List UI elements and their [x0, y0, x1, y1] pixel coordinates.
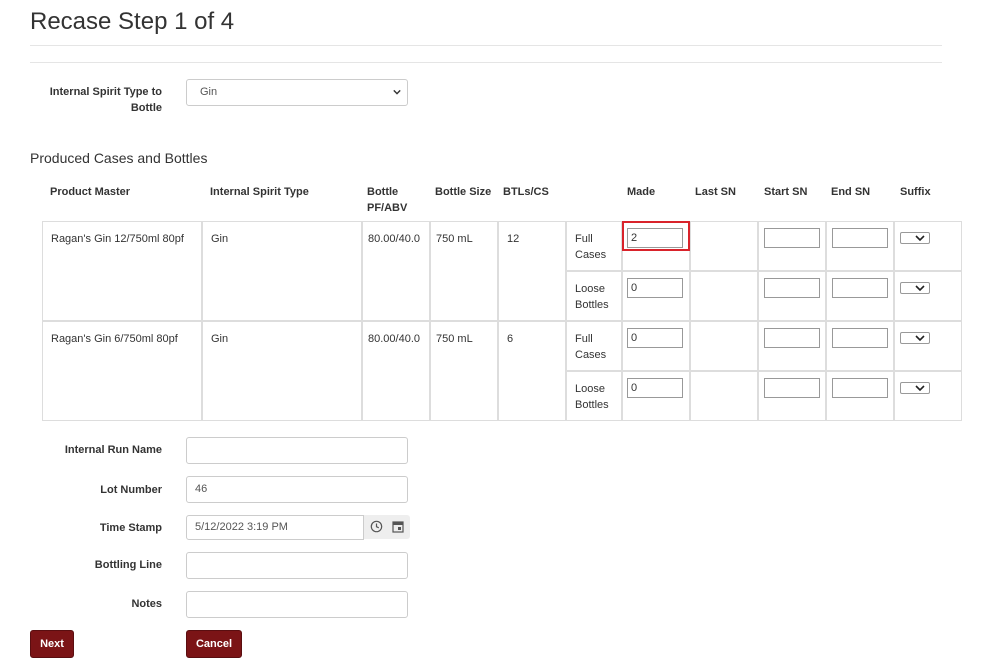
- table-cell-pf-abv: 80.00/40.0: [362, 221, 430, 321]
- focus-highlight: [622, 221, 690, 251]
- header-made: Made: [627, 186, 656, 198]
- suffix-select[interactable]: [900, 282, 930, 294]
- end-sn-input[interactable]: [832, 328, 888, 348]
- bottling-line-label: Bottling Line: [94, 559, 162, 571]
- chevron-down-icon: [915, 235, 925, 242]
- end-sn-input[interactable]: [832, 278, 888, 298]
- next-button[interactable]: Next: [30, 630, 74, 658]
- loose-bottles-label: Loose Bottles: [575, 283, 609, 311]
- made-input[interactable]: 0: [627, 328, 683, 348]
- table-cell-suffix: [894, 221, 962, 271]
- table-cell-last-sn: [690, 221, 758, 271]
- spirit-type-value: Gin: [200, 86, 218, 98]
- bottling-line-input[interactable]: [186, 552, 408, 579]
- run-name-label: Internal Run Name: [64, 444, 162, 456]
- table-cell-bottle-size: 750 mL: [430, 321, 498, 421]
- chevron-down-icon: [915, 335, 925, 342]
- end-sn-input[interactable]: [832, 378, 888, 398]
- header-btls-cs: BTLs/CS: [503, 186, 549, 198]
- full-cases-label: Full Cases: [575, 233, 607, 261]
- made-input[interactable]: 0: [627, 278, 683, 298]
- time-stamp-addon: [363, 515, 410, 539]
- suffix-select[interactable]: [900, 232, 930, 244]
- table-cell-case-type: Full Cases: [566, 221, 622, 271]
- table-cell-btls-cs: 12: [498, 221, 566, 321]
- notes-input[interactable]: [186, 591, 408, 618]
- start-sn-input[interactable]: [764, 228, 820, 248]
- notes-label: Notes: [131, 598, 162, 610]
- suffix-select[interactable]: [900, 332, 930, 344]
- header-last-sn: Last SN: [695, 186, 736, 198]
- chevron-down-icon: [915, 385, 925, 392]
- table-cell-last-sn: [690, 321, 758, 371]
- table-cell-case-type: Loose Bottles: [566, 271, 622, 321]
- start-sn-input[interactable]: [764, 278, 820, 298]
- divider: [30, 62, 942, 63]
- calendar-icon[interactable]: [392, 520, 404, 533]
- table-cell-last-sn: [690, 371, 758, 421]
- table-cell-spirit-type: Gin: [202, 321, 362, 421]
- table-cell-case-type: Loose Bottles: [566, 371, 622, 421]
- table-cell-suffix: [894, 371, 962, 421]
- table-cell-pf-abv: 80.00/40.0: [362, 321, 430, 421]
- time-stamp-input[interactable]: 5/12/2022 3:19 PM: [186, 515, 364, 540]
- table-cell-bottle-size: 750 mL: [430, 221, 498, 321]
- chevron-down-icon: [393, 89, 401, 95]
- table-cell-suffix: [894, 321, 962, 371]
- chevron-down-icon: [915, 285, 925, 292]
- start-sn-input[interactable]: [764, 328, 820, 348]
- loose-bottles-label: Loose Bottles: [575, 383, 609, 411]
- header-bottle-size: Bottle Size: [435, 186, 492, 198]
- table-cell-product-master: Ragan's Gin 12/750ml 80pf: [42, 221, 202, 321]
- clock-icon[interactable]: [370, 520, 383, 533]
- suffix-select[interactable]: [900, 382, 930, 394]
- lot-number-label: Lot Number: [100, 484, 162, 496]
- full-cases-label: Full Cases: [575, 333, 607, 361]
- header-bottle-pf-abv: Bottle PF/ABV: [367, 186, 408, 214]
- header-suffix: Suffix: [900, 186, 931, 198]
- run-name-input[interactable]: [186, 437, 408, 464]
- table-cell-product-master: Ragan's Gin 6/750ml 80pf: [42, 321, 202, 421]
- table-cell-case-type: Full Cases: [566, 321, 622, 371]
- page-title: Recase Step 1 of 4: [30, 8, 235, 35]
- end-sn-input[interactable]: [832, 228, 888, 248]
- lot-number-input[interactable]: 46: [186, 476, 408, 503]
- divider: [30, 45, 942, 46]
- time-stamp-label: Time Stamp: [99, 522, 162, 534]
- table-cell-spirit-type: Gin: [202, 221, 362, 321]
- spirit-type-label: Internal Spirit Type to Bottle: [49, 86, 162, 114]
- header-end-sn: End SN: [831, 186, 871, 198]
- table-cell-btls-cs: 6: [498, 321, 566, 421]
- section-title: Produced Cases and Bottles: [30, 150, 208, 166]
- made-input[interactable]: 0: [627, 378, 683, 398]
- cancel-button[interactable]: Cancel: [186, 630, 242, 658]
- spirit-type-select[interactable]: Gin: [186, 79, 408, 106]
- table-cell-last-sn: [690, 271, 758, 321]
- header-internal-spirit-type: Internal Spirit Type: [210, 186, 309, 198]
- header-start-sn: Start SN: [764, 186, 808, 198]
- header-product-master: Product Master: [50, 186, 131, 198]
- table-cell-suffix: [894, 271, 962, 321]
- start-sn-input[interactable]: [764, 378, 820, 398]
